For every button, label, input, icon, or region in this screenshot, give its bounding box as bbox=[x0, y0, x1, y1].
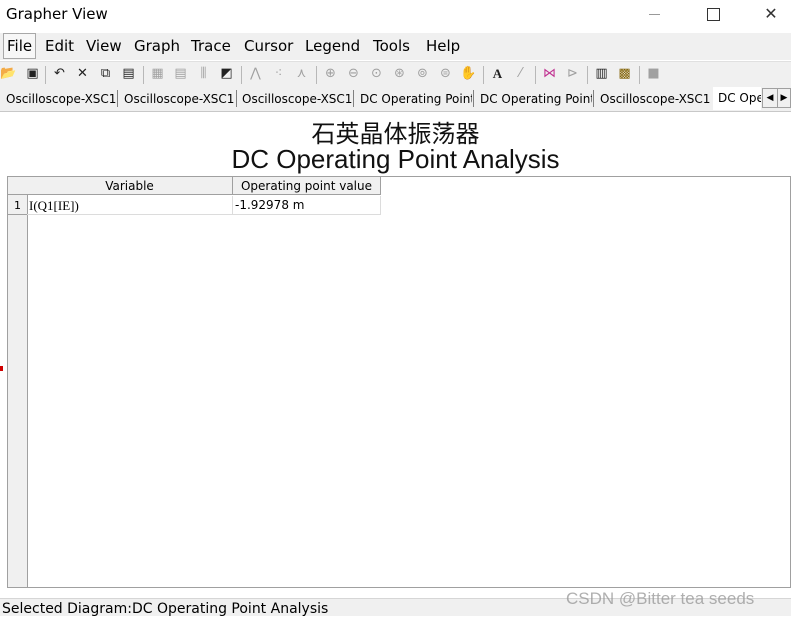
stop-icon[interactable]: ■ bbox=[645, 65, 662, 83]
watermark: CSDN @Bitter tea seeds bbox=[566, 589, 755, 608]
table-cell-value[interactable]: -1.92978 m bbox=[233, 196, 381, 215]
export-to-excel-icon[interactable]: ▥ bbox=[593, 65, 610, 83]
window-title: Grapher View bbox=[6, 5, 108, 23]
table-corner bbox=[8, 177, 27, 195]
tab-oscilloscope-2[interactable]: Oscilloscope-XSC1 bbox=[124, 89, 236, 109]
toolbar-separator bbox=[535, 66, 536, 84]
cursors-icon[interactable]: ⫼ bbox=[195, 65, 212, 83]
tab-dc-operating-point-active[interactable]: DC Ope bbox=[713, 87, 761, 110]
properties-icon[interactable]: ⁄ bbox=[512, 65, 529, 83]
copy-icon[interactable]: ⧉ bbox=[97, 65, 114, 83]
triangle-right-icon: ▶ bbox=[780, 93, 788, 103]
menu-tools[interactable]: Tools bbox=[370, 33, 413, 59]
menu-graph[interactable]: Graph bbox=[131, 33, 183, 59]
menu-legend[interactable]: Legend bbox=[302, 33, 363, 59]
maximize-button[interactable] bbox=[690, 0, 736, 30]
text-icon[interactable]: A bbox=[489, 65, 506, 83]
paste-icon[interactable]: ▤ bbox=[120, 65, 137, 83]
tab-dc-operating-point-2[interactable]: DC Operating Point bbox=[480, 89, 592, 109]
export-to-mathcad-icon[interactable]: ▩ bbox=[616, 65, 633, 83]
menu-help[interactable]: Help bbox=[423, 33, 463, 59]
open-icon[interactable]: 📂 bbox=[0, 65, 17, 83]
zoom-area-icon[interactable]: ⊙ bbox=[368, 65, 385, 83]
tab-separator bbox=[473, 90, 474, 107]
column-header-variable[interactable]: Variable bbox=[27, 177, 233, 195]
tab-oscilloscope-3[interactable]: Oscilloscope-XSC1 bbox=[242, 89, 352, 109]
overlay-traces-icon[interactable]: ⋈ bbox=[541, 65, 558, 83]
tab-dc-operating-point-1[interactable]: DC Operating Point bbox=[360, 89, 472, 109]
tab-separator bbox=[117, 90, 118, 107]
diagram-title: DC Operating Point Analysis bbox=[231, 144, 560, 174]
title-bar: Grapher View ✕ bbox=[0, 0, 791, 30]
close-icon: ✕ bbox=[764, 4, 778, 23]
toolbar-separator bbox=[241, 66, 242, 84]
minimize-icon bbox=[649, 14, 660, 15]
maximize-icon bbox=[707, 8, 720, 21]
menu-bar: File Edit View Graph Trace Cursor Legend… bbox=[0, 33, 791, 60]
menu-file[interactable]: File bbox=[3, 33, 37, 59]
pan-icon[interactable]: ✋ bbox=[460, 65, 477, 83]
row-header-column bbox=[8, 177, 28, 587]
tab-separator bbox=[236, 90, 237, 107]
zoom-x-icon[interactable]: ⊚ bbox=[414, 65, 431, 83]
zoom-full-icon[interactable]: ⊛ bbox=[391, 65, 408, 83]
minimize-button[interactable] bbox=[630, 0, 676, 30]
tab-bar: Oscilloscope-XSC1 Oscilloscope-XSC1 Osci… bbox=[0, 87, 791, 112]
table-cell-variable[interactable]: I(Q1[IE]) bbox=[27, 196, 233, 215]
menu-cursor[interactable]: Cursor bbox=[241, 33, 296, 59]
tab-separator bbox=[593, 90, 594, 107]
reverse-colors-icon[interactable]: ◩ bbox=[218, 65, 235, 83]
toolbar-separator bbox=[143, 66, 144, 84]
toolbar-separator bbox=[316, 66, 317, 84]
toolbar-separator bbox=[587, 66, 588, 84]
tab-separator bbox=[353, 90, 354, 107]
cut-icon[interactable]: ✕ bbox=[74, 65, 91, 83]
menu-view[interactable]: View bbox=[83, 33, 125, 59]
tab-oscilloscope-4[interactable]: Oscilloscope-XSC1 bbox=[600, 89, 712, 109]
toolbar-separator bbox=[483, 66, 484, 84]
close-button[interactable]: ✕ bbox=[748, 0, 791, 30]
show-select-marks-icon[interactable]: ⋀ bbox=[247, 65, 264, 83]
zoom-y-icon[interactable]: ⊜ bbox=[437, 65, 454, 83]
zoom-out-icon[interactable]: ⊖ bbox=[345, 65, 362, 83]
show-marks-icon[interactable]: ⋏ bbox=[293, 65, 310, 83]
zoom-in-icon[interactable]: ⊕ bbox=[322, 65, 339, 83]
splitter-marker bbox=[0, 366, 3, 371]
tab-scroll-right-button[interactable]: ▶ bbox=[777, 88, 791, 108]
toolbar: 📂 ▣ ↶ ✕ ⧉ ▤ ▦ ▤ ⫼ ◩ ⋀ ⁖ ⋏ ⊕ ⊖ ⊙ ⊛ ⊚ ⊜ ✋ … bbox=[0, 61, 791, 88]
row-number[interactable]: 1 bbox=[8, 196, 27, 215]
column-header-value[interactable]: Operating point value bbox=[233, 177, 381, 195]
save-icon[interactable]: ▣ bbox=[24, 65, 41, 83]
grid-icon[interactable]: ▦ bbox=[149, 65, 166, 83]
menu-trace[interactable]: Trace bbox=[188, 33, 234, 59]
undo-icon[interactable]: ↶ bbox=[51, 65, 68, 83]
legend-icon[interactable]: ▤ bbox=[172, 65, 189, 83]
menu-edit[interactable]: Edit bbox=[42, 33, 77, 59]
tab-scroll-left-button[interactable]: ◀ bbox=[762, 88, 778, 108]
toolbar-separator bbox=[45, 66, 46, 84]
results-table: Variable Operating point value 1 I(Q1[IE… bbox=[7, 176, 791, 588]
tab-oscilloscope-1[interactable]: Oscilloscope-XSC1 bbox=[6, 89, 116, 109]
toolbar-separator bbox=[639, 66, 640, 84]
triangle-left-icon: ◀ bbox=[766, 93, 774, 103]
diagram-area: 石英晶体振荡器 DC Operating Point Analysis Vari… bbox=[0, 112, 791, 598]
select-marks-icon[interactable]: ⊳ bbox=[564, 65, 581, 83]
show-points-icon[interactable]: ⁖ bbox=[270, 65, 287, 83]
